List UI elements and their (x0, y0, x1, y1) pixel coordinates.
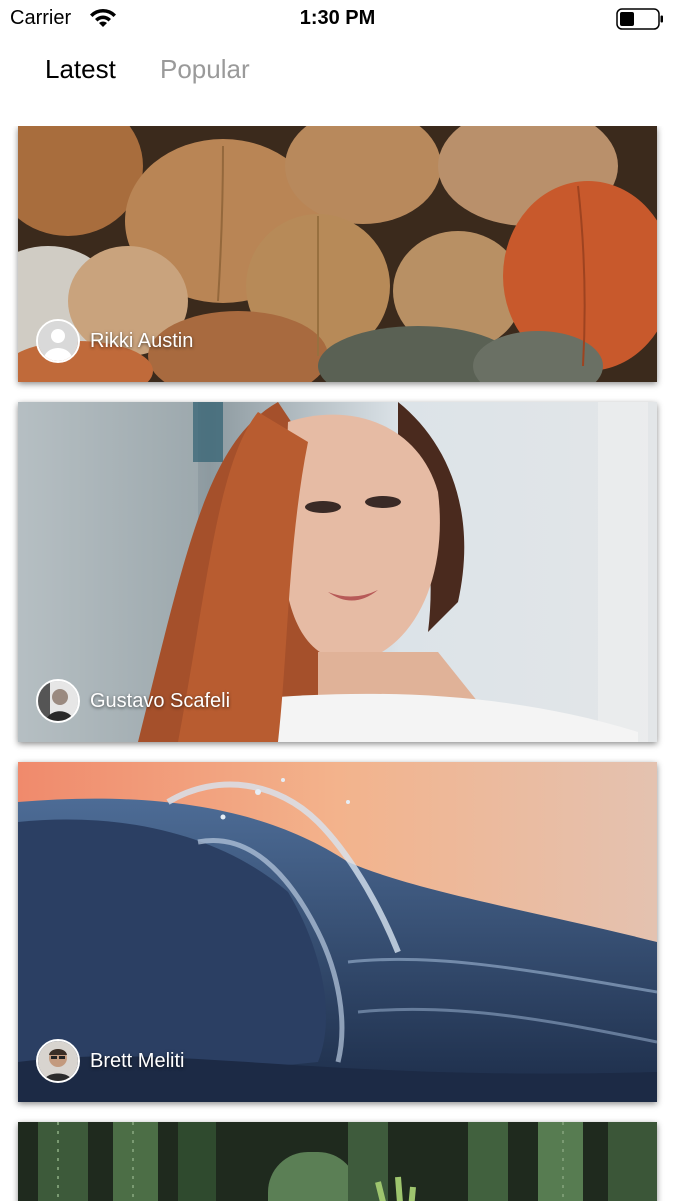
tab-popular[interactable]: Popular (160, 54, 250, 85)
photo-card[interactable]: Rikki Austin (18, 126, 657, 382)
author-avatar (36, 679, 80, 723)
photo-image (18, 1122, 657, 1201)
photo-card[interactable]: Gustavo Scafeli (18, 402, 657, 742)
photo-author[interactable]: Gustavo Scafeli (36, 679, 230, 723)
photo-author[interactable]: Rikki Austin (36, 319, 193, 363)
default-avatar-icon (36, 319, 80, 363)
battery-icon (616, 8, 663, 30)
author-avatar (36, 1039, 80, 1083)
author-name: Brett Meliti (90, 1049, 185, 1072)
author-name: Gustavo Scafeli (90, 689, 231, 712)
status-bar: Carrier 1:30 PM (0, 0, 675, 38)
author-name: Rikki Austin (90, 329, 194, 352)
tab-bar: Latest Popular (0, 54, 675, 94)
tab-latest[interactable]: Latest (45, 54, 116, 85)
photo-card[interactable] (18, 1122, 657, 1201)
clock: 1:30 PM (299, 7, 376, 29)
photo-card[interactable]: Brett Meliti (18, 762, 657, 1102)
photo-author[interactable]: Brett Meliti (36, 1039, 184, 1083)
photo-feed[interactable]: Rikki Austin Gustavo Scafeli Brett Melit… (0, 126, 675, 1201)
